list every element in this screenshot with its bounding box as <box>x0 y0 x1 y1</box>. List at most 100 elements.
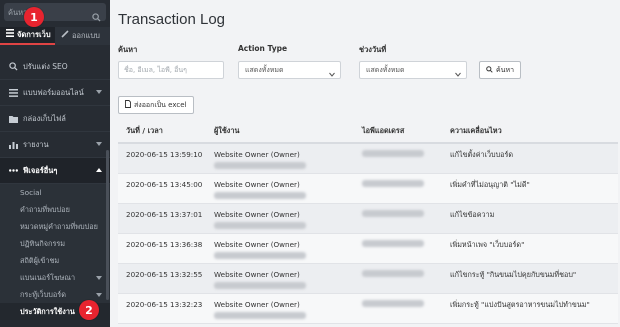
sidebar-item-label: กล่องเก็บไฟล์ <box>23 113 66 123</box>
user-name: Website Owner (Owner) <box>214 150 300 159</box>
export-button-label: ส่งออกเป็น excel <box>134 100 187 109</box>
cell-user: Website Owner (Owner) <box>206 203 354 234</box>
sidebar: จัดการเว็บ ออกแบบ ปรับแต่ง SEO แบบฟอร์มอ… <box>0 0 110 327</box>
table-row[interactable]: 2020-06-15 13:59:10 Website Owner (Owner… <box>118 143 618 174</box>
list-icon <box>8 88 18 98</box>
sidebar-item-other-features[interactable]: ฟีเจอร์อื่นๆ <box>0 158 110 184</box>
cell-activity: แก้ไขตั้งค่าเว็บบอร์ด <box>442 143 618 174</box>
chevron-up-icon <box>96 168 102 172</box>
sidebar-item-label: แบบฟอร์มออนไลน์ <box>23 87 84 97</box>
search-icon[interactable] <box>92 7 101 26</box>
tab-manage-website[interactable]: จัดการเว็บ <box>0 27 55 45</box>
tab-label: ออกแบบ <box>72 31 100 40</box>
user-name: Website Owner (Owner) <box>214 299 300 309</box>
step-badge-2: 2 <box>79 300 99 320</box>
cell-ip <box>354 293 442 324</box>
user-name: Website Owner (Owner) <box>214 239 300 249</box>
sidebar-item-online-forms[interactable]: แบบฟอร์มออนไลน์ <box>0 80 110 106</box>
sidebar-item-file-storage[interactable]: กล่องเก็บไฟล์ <box>0 106 110 132</box>
chevron-down-icon <box>455 67 461 83</box>
sidebar-item-label: ฟีเจอร์อื่นๆ <box>23 165 58 175</box>
cell-ip <box>354 143 442 174</box>
column-header-ip[interactable]: ไอพีแอดเดรส <box>354 120 442 144</box>
table-row[interactable]: 2020-06-15 13:37:01 Website Owner (Owner… <box>118 203 618 234</box>
sidebar-scrollbar[interactable] <box>106 150 109 300</box>
sidebar-subitem-calendar[interactable]: ปฏิทินกิจกรรม <box>0 235 110 252</box>
chevron-down-icon <box>329 67 335 83</box>
more-icon <box>8 166 18 176</box>
cell-datetime: 2020-06-15 13:32:55 <box>118 263 206 294</box>
chevron-down-icon <box>96 293 102 297</box>
transaction-log-table: วันที่ / เวลา ผู้ใช้งาน ไอพีแอดเดรส ความ… <box>118 120 618 324</box>
cell-datetime: 2020-06-15 13:45:00 <box>118 173 206 204</box>
cell-ip <box>354 263 442 294</box>
search-button[interactable]: ค้นหา <box>479 61 522 79</box>
cell-ip <box>354 233 442 264</box>
redacted-email <box>214 191 306 199</box>
chevron-down-icon <box>96 142 102 146</box>
chevron-down-icon <box>96 276 102 280</box>
table-row[interactable]: 2020-06-15 13:45:00 Website Owner (Owner… <box>118 173 618 204</box>
cell-datetime: 2020-06-15 13:32:23 <box>118 293 206 324</box>
sidebar-subitem-visitor-stats[interactable]: สถิติผู้เข้าชม <box>0 252 110 269</box>
column-header-datetime[interactable]: วันที่ / เวลา <box>118 120 206 144</box>
cell-user: Website Owner (Owner) <box>206 263 354 294</box>
cell-ip <box>354 203 442 234</box>
cell-ip <box>354 173 442 204</box>
action-type-select[interactable]: แสดงทั้งหมด <box>238 61 341 79</box>
redacted-ip <box>362 239 424 247</box>
cell-user: Website Owner (Owner) <box>206 233 354 264</box>
cell-datetime: 2020-06-15 13:37:01 <box>118 203 206 234</box>
user-name: Website Owner (Owner) <box>214 269 300 279</box>
list-icon <box>6 26 14 44</box>
page-title: Transaction Log <box>118 11 226 28</box>
sidebar-menu: ปรับแต่ง SEO แบบฟอร์มออนไลน์ กล่องเก็บไฟ… <box>0 54 110 320</box>
cell-user: Website Owner (Owner) <box>206 143 354 174</box>
cell-activity: เพิ่มคำที่ไม่อนุญาติ "ไม่ดี" <box>442 173 618 204</box>
cell-activity: แก้ไขกระทู้ "กินขนมไปคุยกับขนมที่ชอบ" <box>442 263 618 294</box>
sidebar-item-seo[interactable]: ปรับแต่ง SEO <box>0 54 110 80</box>
sidebar-submenu: Social คำถามที่พบบ่อย หมวดหมู่คำถามที่พบ… <box>0 184 110 320</box>
sidebar-subitem-banners[interactable]: แบนเนอร์โฆษณา <box>0 269 110 286</box>
column-header-user[interactable]: ผู้ใช้งาน <box>206 120 354 144</box>
date-range-select[interactable]: แสดงทั้งหมด <box>359 61 467 79</box>
sidebar-item-label: รายงาน <box>23 139 49 149</box>
table-row[interactable]: 2020-06-15 13:32:55 Website Owner (Owner… <box>118 263 618 294</box>
redacted-email <box>214 281 306 289</box>
action-type-value: แสดงทั้งหมด <box>245 66 284 74</box>
sidebar-item-reports[interactable]: รายงาน <box>0 132 110 158</box>
sidebar-item-label: ปรับแต่ง SEO <box>23 61 68 71</box>
redacted-ip <box>362 150 424 157</box>
search-icon <box>8 62 18 72</box>
table-row[interactable]: 2020-06-15 13:36:38 Website Owner (Owner… <box>118 233 618 264</box>
search-input[interactable] <box>118 61 224 79</box>
sidebar-subitem-label: แบนเนอร์โฆษณา <box>20 273 76 282</box>
sidebar-subitem-social[interactable]: Social <box>0 184 110 201</box>
column-header-activity[interactable]: ความเคลื่อนไหว <box>442 120 618 144</box>
tab-label: จัดการเว็บ <box>17 30 51 39</box>
chevron-down-icon <box>96 90 102 94</box>
cell-activity: เพิ่มกระทู้ "แบ่งปันสูตรอาหารขนมไปทำขนม" <box>442 293 618 324</box>
redacted-ip <box>362 209 424 217</box>
search-icon <box>486 65 493 75</box>
export-excel-button[interactable]: ส่งออกเป็น excel <box>118 96 194 114</box>
sidebar-subitem-faq[interactable]: คำถามที่พบบ่อย <box>0 201 110 218</box>
user-name: Website Owner (Owner) <box>214 179 300 189</box>
table-row[interactable]: 2020-06-15 13:32:23 Website Owner (Owner… <box>118 293 618 324</box>
cell-user: Website Owner (Owner) <box>206 293 354 324</box>
redacted-email <box>214 311 306 319</box>
cell-datetime: 2020-06-15 13:59:10 <box>118 143 206 174</box>
search-button-label: ค้นหา <box>496 65 515 74</box>
sidebar-search-input[interactable] <box>8 3 88 21</box>
redacted-email <box>214 162 306 169</box>
tab-design[interactable]: ออกแบบ <box>55 27 110 45</box>
cell-user: Website Owner (Owner) <box>206 173 354 204</box>
sidebar-subitem-faq-categories[interactable]: หมวดหมู่คำถามที่พบบ่อย <box>0 218 110 235</box>
search-label: ค้นหา <box>118 45 138 54</box>
file-icon <box>125 100 131 110</box>
sidebar-subitem-label: กระทู้เว็บบอร์ด <box>20 290 66 299</box>
date-range-value: แสดงทั้งหมด <box>366 66 405 74</box>
cell-activity: แก้ไขข้อความ <box>442 203 618 234</box>
brush-icon <box>61 27 69 45</box>
cell-datetime: 2020-06-15 13:36:38 <box>118 233 206 264</box>
